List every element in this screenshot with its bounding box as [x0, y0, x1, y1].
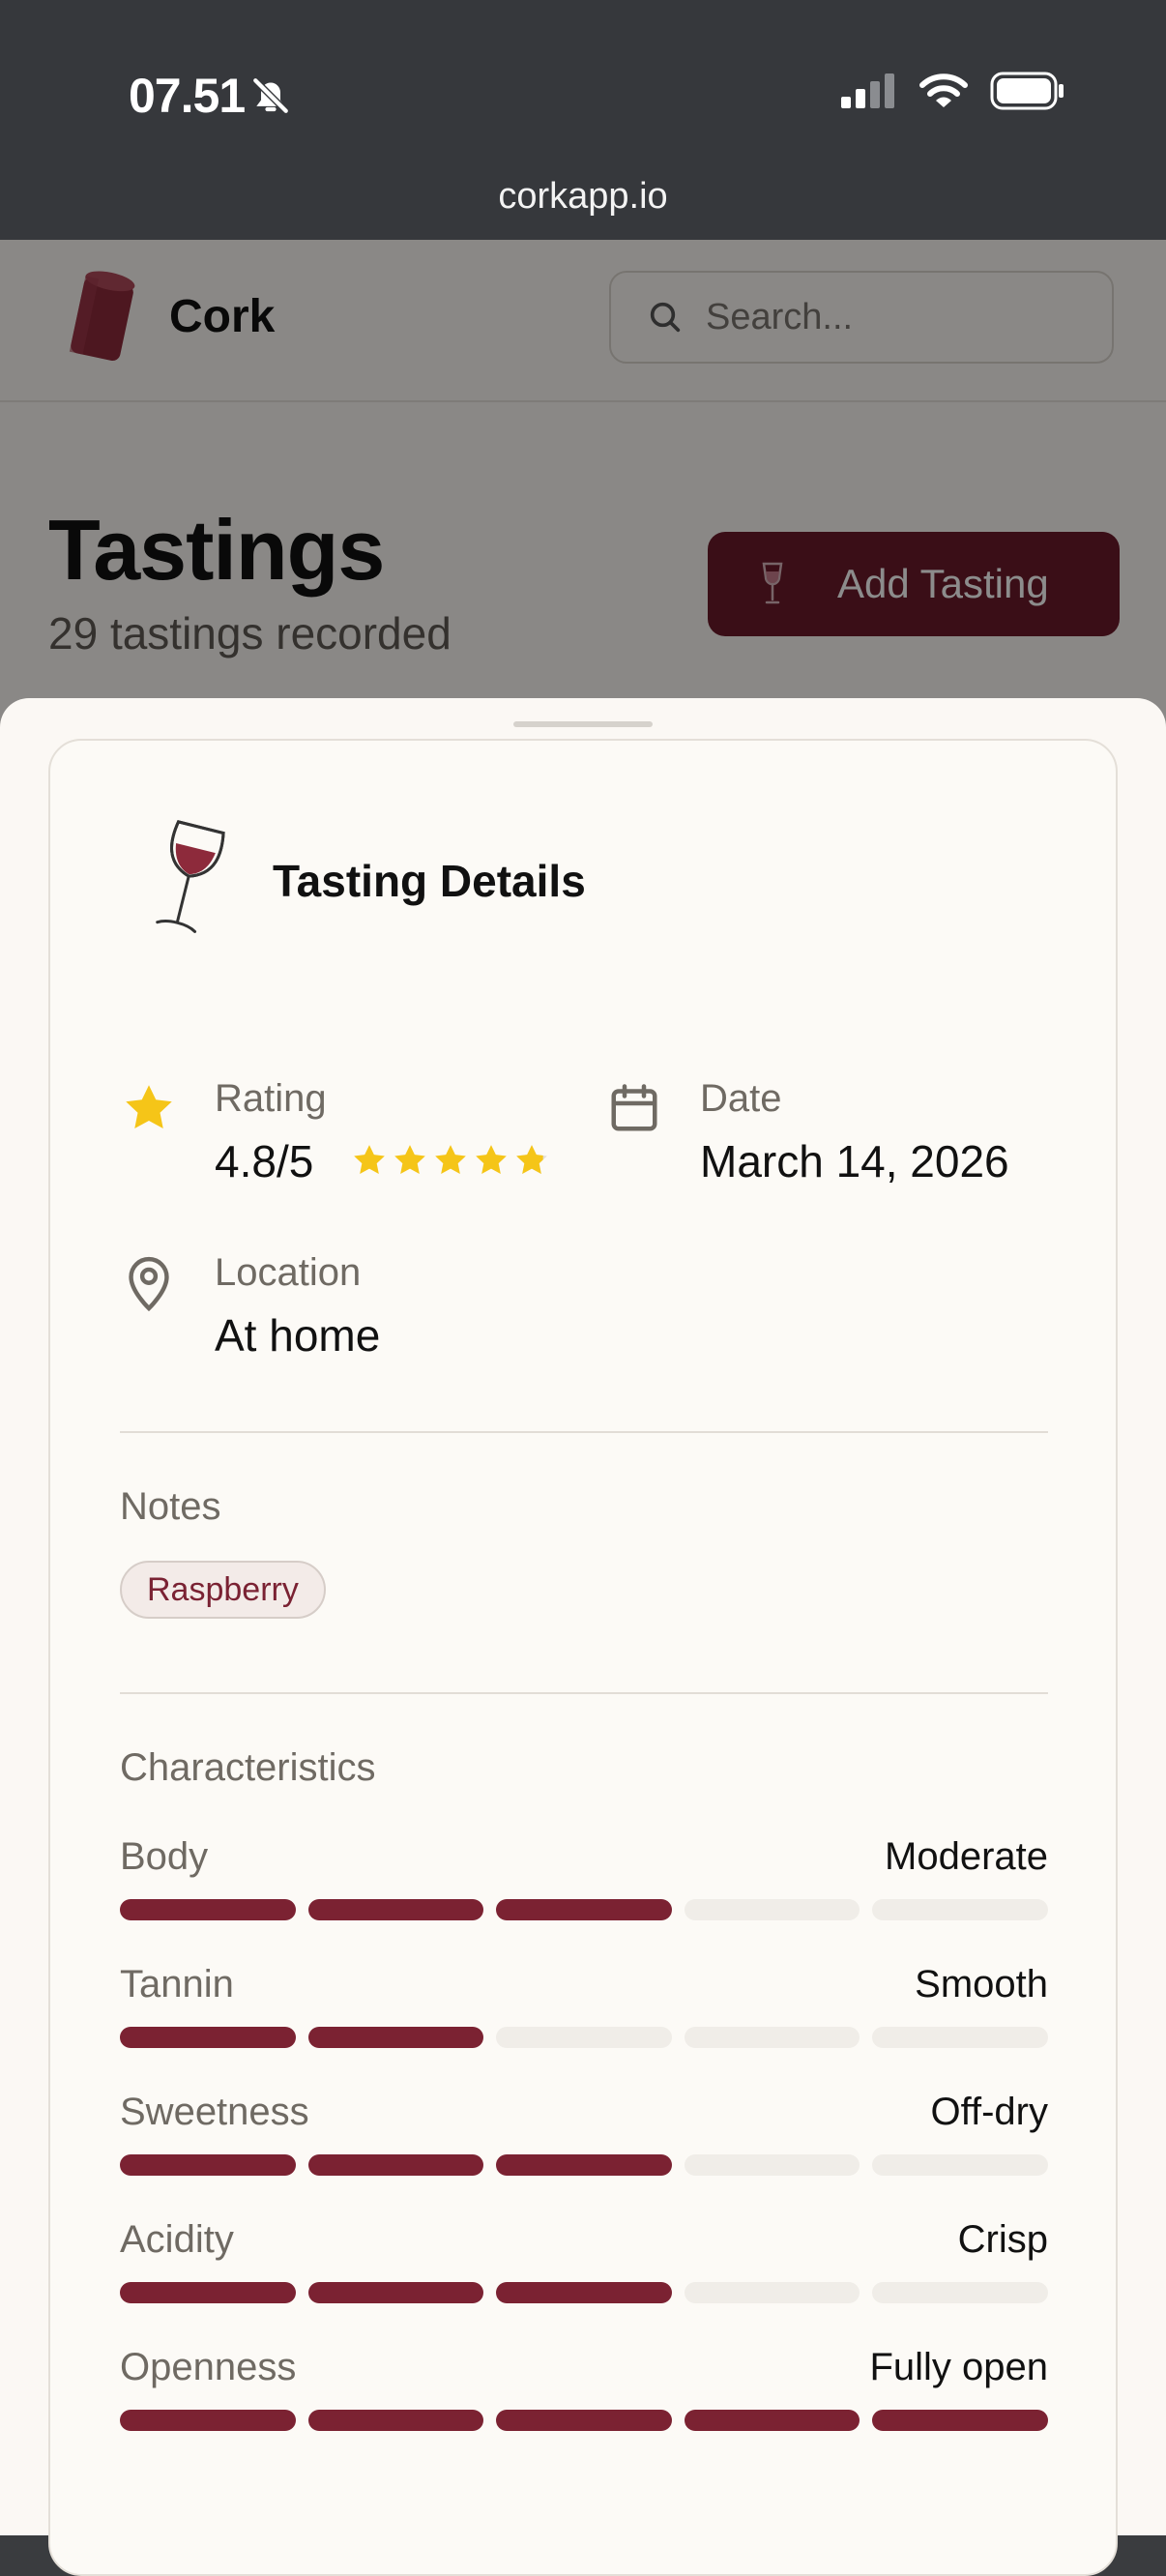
divider — [120, 1431, 1048, 1433]
characteristic-value: Moderate — [885, 1835, 1048, 1878]
rating-stars — [350, 1141, 551, 1180]
characteristic-acidity: Acidity Crisp — [120, 2218, 1048, 2315]
wine-glass-icon — [156, 820, 225, 933]
signal-icon — [841, 73, 894, 108]
tasting-details-sheet: Tasting Details Rating 4.8/5 Date March … — [0, 698, 1166, 2576]
notes-label: Notes — [120, 1485, 221, 1528]
characteristic-name: Body — [120, 1835, 209, 1878]
star-icon — [354, 1145, 385, 1174]
characteristic-value: Smooth — [915, 1963, 1048, 2005]
level-segment-filled — [307, 2154, 484, 2176]
characteristic-tannin: Tannin Smooth — [120, 1963, 1048, 2060]
star-icon — [394, 1145, 425, 1174]
level-segment-empty — [684, 2027, 860, 2048]
level-bar — [120, 2282, 1048, 2303]
location-label: Location — [215, 1251, 362, 1294]
level-segment-empty — [872, 1899, 1048, 1920]
battery-icon — [990, 72, 1064, 110]
level-segment-filled — [307, 2410, 484, 2431]
characteristic-value: Crisp — [957, 2218, 1048, 2261]
url-bar[interactable]: corkapp.io — [0, 176, 1166, 218]
drag-handle[interactable] — [513, 721, 653, 727]
level-segment-empty — [872, 2027, 1048, 2048]
characteristic-name: Openness — [120, 2346, 297, 2388]
level-bar — [120, 2154, 1048, 2176]
star-icon — [476, 1145, 507, 1174]
level-segment-filled — [496, 2154, 672, 2176]
characteristics-label: Characteristics — [120, 1746, 376, 1789]
star-icon — [126, 1085, 172, 1128]
date-label: Date — [700, 1077, 782, 1120]
date-value: March 14, 2026 — [700, 1136, 1009, 1186]
level-segment-filled — [684, 2410, 860, 2431]
level-segment-filled — [120, 2410, 296, 2431]
level-segment-filled — [496, 1899, 672, 1920]
characteristic-value: Fully open — [869, 2346, 1048, 2388]
status-time: 07.51 — [129, 68, 291, 124]
rating-value: 4.8/5 — [215, 1136, 314, 1186]
note-tag: Raspberry — [120, 1561, 326, 1619]
level-segment-filled — [120, 2154, 296, 2176]
star-icon — [435, 1145, 466, 1174]
characteristic-sweetness: Sweetness Off-dry — [120, 2091, 1048, 2187]
divider — [120, 1692, 1048, 1694]
level-segment-empty — [684, 2154, 860, 2176]
level-segment-filled — [120, 2027, 296, 2048]
time-text: 07.51 — [129, 69, 246, 123]
level-segment-empty — [872, 2154, 1048, 2176]
level-segment-filled — [307, 2282, 484, 2303]
level-segment-filled — [307, 2027, 484, 2048]
characteristic-name: Acidity — [120, 2218, 234, 2261]
characteristic-name: Sweetness — [120, 2091, 309, 2133]
level-segment-filled — [307, 1899, 484, 1920]
level-segment-empty — [872, 2282, 1048, 2303]
star-partial-icon — [516, 1145, 547, 1174]
characteristic-value: Off-dry — [930, 2091, 1048, 2133]
level-bar — [120, 2027, 1048, 2048]
wifi-icon — [919, 73, 968, 107]
level-segment-empty — [496, 2027, 672, 2048]
characteristic-name: Tannin — [120, 1963, 234, 2005]
level-segment-filled — [872, 2410, 1048, 2431]
level-bar — [120, 2410, 1048, 2431]
level-segment-empty — [684, 1899, 860, 1920]
level-bar — [120, 1899, 1048, 1920]
level-segment-filled — [120, 2282, 296, 2303]
level-segment-filled — [120, 1899, 296, 1920]
rating-label: Rating — [215, 1077, 327, 1120]
level-segment-filled — [496, 2410, 672, 2431]
level-segment-filled — [496, 2282, 672, 2303]
sheet-title: Tasting Details — [273, 856, 586, 906]
status-bar: 07.51 corkapp.io — [0, 0, 1166, 240]
bell-off-icon — [251, 76, 290, 115]
location-pin-icon — [129, 1256, 169, 1312]
calendar-icon — [611, 1084, 657, 1131]
tasting-details-card: Tasting Details Rating 4.8/5 Date March … — [48, 739, 1118, 2576]
characteristic-body: Body Moderate — [120, 1835, 1048, 1932]
location-value: At home — [215, 1310, 381, 1361]
level-segment-empty — [684, 2282, 860, 2303]
characteristic-openness: Openness Fully open — [120, 2346, 1048, 2443]
